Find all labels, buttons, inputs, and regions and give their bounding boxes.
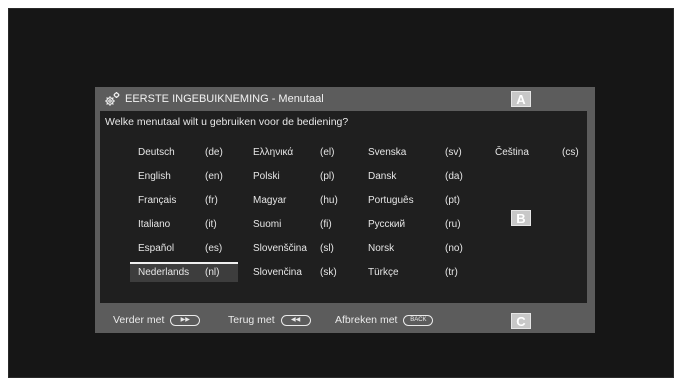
next-hint[interactable]: Verder met ▶▶ — [113, 314, 201, 326]
language-code: (pt) — [445, 195, 460, 206]
rewind-key-icon: ◀◀ — [280, 314, 311, 326]
language-option[interactable]: Svenska (sv) — [368, 144, 478, 162]
language-option[interactable]: Norsk (no) — [368, 240, 478, 258]
language-code: (fi) — [320, 219, 332, 230]
next-label: Verder met — [113, 314, 165, 326]
language-name: Ελληνικά — [253, 147, 294, 158]
language-option[interactable]: English (en) — [138, 168, 248, 186]
language-option[interactable]: Ελληνικά (el) — [253, 144, 363, 162]
language-code: (el) — [320, 147, 335, 158]
language-code: (no) — [445, 243, 463, 254]
back-key-icon: BACK — [403, 314, 434, 326]
language-name: Slovenščina — [253, 243, 307, 254]
language-option[interactable]: Русский (ru) — [368, 216, 478, 234]
first-setup-dialog: EERSTE INGEBUIKNEMING - Menutaal A Welke… — [95, 87, 595, 333]
language-name: Português — [368, 195, 414, 206]
screen-frame: EERSTE INGEBUIKNEMING - Menutaal A Welke… — [8, 8, 674, 378]
badge-b: B — [511, 210, 531, 226]
language-code: (sk) — [320, 267, 337, 278]
language-name: Français — [138, 195, 177, 206]
language-code: (cs) — [562, 147, 579, 158]
language-option[interactable]: Čeština (cs) — [495, 144, 605, 162]
dialog-footer: Verder met ▶▶ Terug met ◀◀ Afbreken met … — [95, 307, 595, 333]
language-name: Italiano — [138, 219, 171, 230]
forward-key-icon: ▶▶ — [170, 314, 201, 326]
language-option[interactable]: Français (fr) — [138, 192, 248, 210]
language-code: (da) — [445, 171, 463, 182]
language-name: English — [138, 171, 171, 182]
back-label: Terug met — [228, 314, 275, 326]
language-name: Polski — [253, 171, 280, 182]
language-option[interactable]: Slovenščina (sl) — [253, 240, 363, 258]
language-code: (en) — [205, 171, 223, 182]
language-code: (hu) — [320, 195, 338, 206]
language-name: Español — [138, 243, 175, 254]
dialog-title: EERSTE INGEBUIKNEMING - Menutaal — [125, 93, 324, 105]
language-name: Norsk — [368, 243, 395, 254]
language-code: (de) — [205, 147, 223, 158]
language-code: (sl) — [320, 243, 334, 254]
language-code: (it) — [205, 219, 217, 230]
language-option[interactable]: Nederlands (nl) — [130, 262, 238, 282]
language-code: (ru) — [445, 219, 461, 230]
language-name: Русский — [368, 219, 406, 230]
language-option[interactable]: Slovenčina (sk) — [253, 264, 363, 282]
language-code: (es) — [205, 243, 223, 254]
language-name: Deutsch — [138, 147, 175, 158]
language-name: Slovenčina — [253, 267, 302, 278]
language-name: Suomi — [253, 219, 282, 230]
language-list-area: Welke menutaal wilt u gebruiken voor de … — [100, 111, 587, 303]
language-option[interactable]: Italiano (it) — [138, 216, 248, 234]
language-option[interactable]: Português (pt) — [368, 192, 478, 210]
language-option[interactable]: Dansk (da) — [368, 168, 478, 186]
language-option[interactable]: Español (es) — [138, 240, 248, 258]
language-code: (nl) — [205, 267, 220, 278]
cancel-hint[interactable]: Afbreken met BACK — [335, 314, 434, 326]
language-name: Svenska — [368, 147, 407, 158]
language-code: (sv) — [445, 147, 462, 158]
language-name: Dansk — [368, 171, 397, 182]
language-code: (fr) — [205, 195, 218, 206]
language-option[interactable]: Suomi (fi) — [253, 216, 363, 234]
question-text: Welke menutaal wilt u gebruiken voor de … — [105, 116, 349, 128]
language-name: Türkçe — [368, 267, 399, 278]
language-code: (pl) — [320, 171, 335, 182]
back-hint[interactable]: Terug met ◀◀ — [228, 314, 311, 326]
cancel-label: Afbreken met — [335, 314, 398, 326]
language-option[interactable]: Deutsch (de) — [138, 144, 248, 162]
language-name: Magyar — [253, 195, 287, 206]
badge-a: A — [511, 91, 531, 107]
language-code: (tr) — [445, 267, 458, 278]
language-name: Čeština — [495, 147, 529, 158]
language-option[interactable]: Polski (pl) — [253, 168, 363, 186]
language-name: Nederlands — [138, 267, 190, 278]
language-option[interactable]: Magyar (hu) — [253, 192, 363, 210]
gear-icon — [105, 92, 120, 106]
language-option[interactable]: Türkçe (tr) — [368, 264, 478, 282]
